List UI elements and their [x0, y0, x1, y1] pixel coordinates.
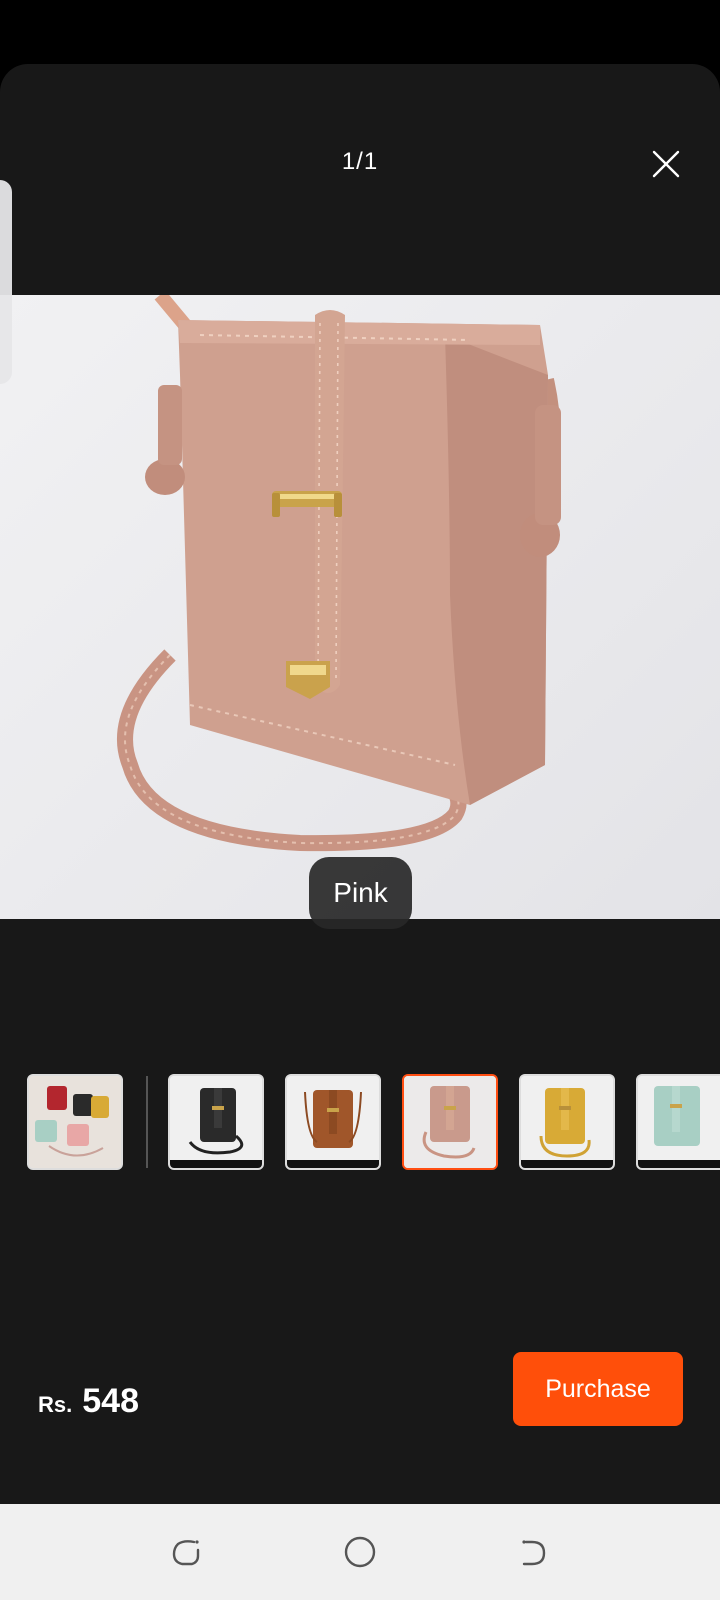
price-currency: Rs. — [38, 1392, 73, 1417]
image-viewer-sheet: 1/1 Pink Rs. 548 Purchase — [0, 64, 720, 1504]
thumbnail-black[interactable] — [168, 1074, 264, 1170]
price-amount: 548 — [82, 1382, 139, 1420]
close-icon — [652, 150, 680, 178]
product-photo[interactable] — [0, 295, 720, 919]
pink-bag-illustration — [117, 295, 561, 852]
thumbnail-image — [521, 1076, 613, 1168]
thumbnail-image — [29, 1076, 121, 1168]
back-button[interactable] — [514, 1532, 554, 1572]
variant-thumbnail-strip — [0, 1074, 720, 1170]
thumbnail-pink[interactable] — [402, 1074, 498, 1170]
price: Rs. 548 — [38, 1382, 139, 1421]
thumbnail-image — [404, 1076, 496, 1168]
thumbnail-brown[interactable] — [285, 1074, 381, 1170]
status-bar — [0, 0, 720, 64]
recent-apps-icon — [172, 1540, 200, 1566]
image-counter: 1/1 — [341, 148, 379, 175]
thumbnail-image — [638, 1076, 720, 1168]
recent-apps-button[interactable] — [166, 1532, 206, 1572]
thumbnail-yellow[interactable] — [519, 1074, 615, 1170]
purchase-button[interactable]: Purchase — [513, 1352, 683, 1426]
back-icon — [522, 1540, 546, 1566]
system-navigation-bar — [0, 1504, 720, 1600]
thumbnail-mint[interactable] — [636, 1074, 720, 1170]
home-button[interactable] — [340, 1532, 380, 1572]
thumbnail-image — [170, 1076, 262, 1168]
thumbnail-image — [287, 1076, 379, 1168]
close-button[interactable] — [640, 138, 692, 190]
side-drawer-handle[interactable] — [0, 180, 12, 384]
thumbnail-all-colors[interactable] — [27, 1074, 123, 1170]
variant-label: Pink — [309, 857, 412, 929]
thumbnail-divider — [146, 1076, 148, 1168]
home-icon — [344, 1536, 376, 1568]
